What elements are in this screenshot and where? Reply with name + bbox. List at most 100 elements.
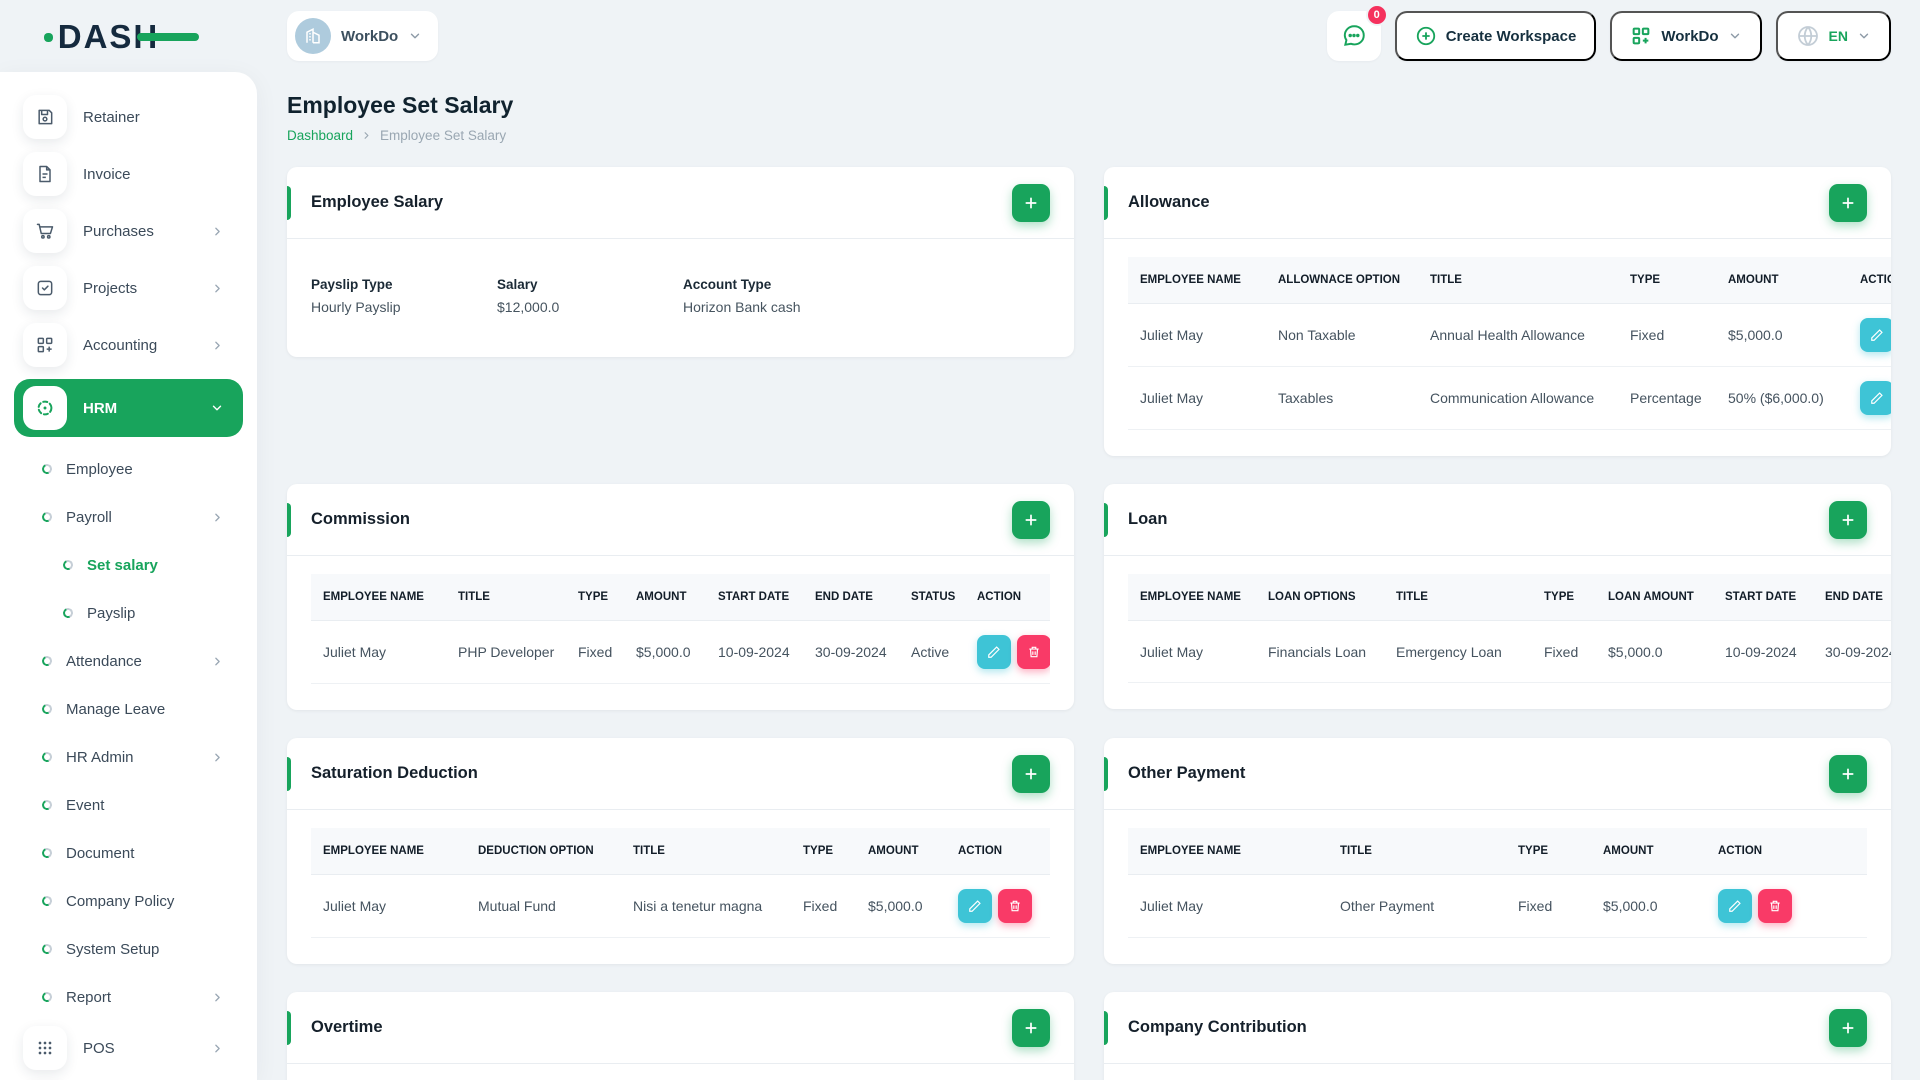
edit-button[interactable] (977, 635, 1011, 669)
add-overtime-button[interactable] (1012, 1008, 1050, 1047)
saturation-deduction-card: Saturation Deduction EMPLOYEE NAME DEDUC… (287, 738, 1074, 964)
sidebar-item-manage-leave[interactable]: Manage Leave (0, 689, 257, 729)
breadcrumb-dashboard-link[interactable]: Dashboard (287, 128, 353, 143)
sidebar-item-label: Accounting (83, 336, 158, 354)
messages-button[interactable]: 0 (1326, 4, 1388, 61)
sidebar-item-report[interactable]: Report (0, 977, 257, 1017)
card-title: Employee Salary (311, 193, 444, 211)
sidebar-item-system-setup[interactable]: System Setup (0, 929, 257, 969)
sidebar-item-payroll[interactable]: Payroll (0, 497, 257, 537)
sidebar-item-label: Set salary (87, 556, 158, 574)
sidebar-item-accounting[interactable]: Accounting (0, 322, 257, 368)
edit-button[interactable] (1860, 381, 1891, 415)
edit-button[interactable] (958, 889, 992, 923)
cart-icon (23, 209, 67, 253)
card-title: Company Contribution (1128, 1018, 1307, 1036)
employee-salary-fields: Payslip Type Hourly Payslip Salary $12,0… (287, 239, 1074, 357)
add-saturation-deduction-button[interactable] (1012, 754, 1050, 793)
building-icon (306, 28, 320, 44)
sidebar-item-label: Payslip (87, 604, 136, 622)
plus-icon (1025, 767, 1037, 780)
other-payment-card: Other Payment EMPLOYEE NAME TITLE TYPE A… (1104, 738, 1891, 964)
create-workspace-button[interactable]: Create Workspace (1394, 11, 1597, 61)
pencil-icon (1871, 329, 1883, 341)
globe-icon (1797, 26, 1818, 46)
table-row: Juliet May Taxables Communication Allowa… (1128, 366, 1891, 430)
topbar-actions: 0 Create Workspace WorkDo EN (1326, 4, 1920, 61)
sidebar-item-employee[interactable]: Employee (0, 449, 257, 489)
pencil-icon (988, 646, 1000, 658)
add-employee-salary-button[interactable] (1012, 183, 1050, 222)
chevron-right-icon (215, 341, 220, 349)
sidebar-item-attendance[interactable]: Attendance (0, 641, 257, 681)
delete-button[interactable] (998, 889, 1032, 923)
sidebar-item-label: Employee (66, 460, 133, 478)
sidebar-item-label: Invoice (83, 165, 131, 183)
bullet-icon (40, 894, 54, 908)
table-row: Juliet May Other Payment Fixed $5,000.0 (1128, 874, 1867, 938)
sidebar-item-hr-admin[interactable]: HR Admin (0, 737, 257, 777)
invoice-file-icon (23, 152, 67, 196)
sidebar-item-pos[interactable]: POS (0, 1025, 257, 1071)
pencil-icon (969, 900, 981, 912)
sidebar-item-label: Report (66, 988, 112, 1006)
sidebar-item-payslip[interactable]: Payslip (0, 593, 257, 633)
chevron-right-icon (215, 1044, 220, 1052)
language-selector[interactable]: EN (1775, 11, 1891, 61)
pencil-icon (1729, 900, 1741, 912)
status-badge: Active (899, 620, 965, 684)
app-switcher-button[interactable]: WorkDo (1610, 11, 1762, 61)
breadcrumb: Dashboard Employee Set Salary (287, 128, 1891, 143)
edit-button[interactable] (1718, 889, 1752, 923)
sidebar-item-event[interactable]: Event (0, 785, 257, 825)
brand-logo[interactable]: DASH (43, 20, 200, 53)
sidebar-item-label: Manage Leave (66, 700, 166, 718)
delete-button[interactable] (1758, 889, 1792, 923)
sidebar-item-hrm[interactable]: HRM (14, 379, 243, 437)
main-content: Employee Set Salary Dashboard Employee S… (257, 72, 1920, 1080)
allowance-card: Allowance EMPLOYEE NAME ALLOWNACE OPTION… (1104, 167, 1891, 456)
bullet-icon (40, 750, 54, 764)
employee-salary-card: Employee Salary Payslip Type Hourly Pays… (287, 167, 1074, 357)
card-title: Overtime (311, 1018, 383, 1036)
sidebar-item-document[interactable]: Document (0, 833, 257, 873)
card-title: Commission (311, 510, 411, 528)
add-company-contribution-button[interactable] (1829, 1008, 1867, 1047)
add-loan-button[interactable] (1829, 500, 1867, 539)
bullet-icon (40, 846, 54, 860)
commission-card: Commission EMPLOYEE NAME TITLE TYPE AMOU… (287, 484, 1074, 710)
plus-icon (1025, 1021, 1037, 1034)
table-row: Juliet May Non Taxable Annual Health All… (1128, 303, 1891, 367)
sidebar-item-set-salary[interactable]: Set salary (0, 545, 257, 585)
delete-button[interactable] (1017, 635, 1050, 669)
chevron-right-icon (215, 753, 220, 761)
workspace-selector[interactable]: WorkDo (287, 11, 439, 61)
bullet-icon (40, 702, 54, 716)
add-allowance-button[interactable] (1829, 183, 1867, 222)
chevron-right-icon (364, 132, 369, 139)
sidebar-item-invoice[interactable]: Invoice (0, 151, 257, 197)
plus-icon (1025, 196, 1037, 209)
chevron-right-icon (215, 513, 220, 521)
sidebar-item-projects[interactable]: Projects (0, 265, 257, 311)
sidebar-item-retainer[interactable]: Retainer (0, 94, 257, 140)
edit-button[interactable] (1860, 318, 1891, 352)
sidebar-item-purchases[interactable]: Purchases (0, 208, 257, 254)
add-other-payment-button[interactable] (1829, 754, 1867, 793)
loan-card: Loan EMPLOYEE NAME LOAN OPTIONS TITLE TY… (1104, 484, 1891, 709)
loan-table: EMPLOYEE NAME LOAN OPTIONS TITLE TYPE LO… (1128, 574, 1891, 683)
sidebar-item-company-policy[interactable]: Company Policy (0, 881, 257, 921)
check-square-icon (23, 266, 67, 310)
sidebar-item-label: Document (66, 844, 135, 862)
trash-icon (1010, 900, 1020, 912)
table-row: Juliet May Mutual Fund Nisi a tenetur ma… (311, 874, 1050, 938)
grid-plus-icon (23, 323, 67, 367)
company-contribution-card: Company Contribution (1104, 992, 1891, 1080)
card-title: Loan (1128, 510, 1168, 528)
bullet-icon (40, 510, 54, 524)
add-commission-button[interactable] (1012, 500, 1050, 539)
chevron-down-icon (1859, 33, 1869, 39)
sidebar: Retainer Invoice Purchases Projects Acco… (0, 72, 257, 1080)
sidebar-item-label: HR Admin (66, 748, 134, 766)
plus-icon (1842, 513, 1854, 526)
